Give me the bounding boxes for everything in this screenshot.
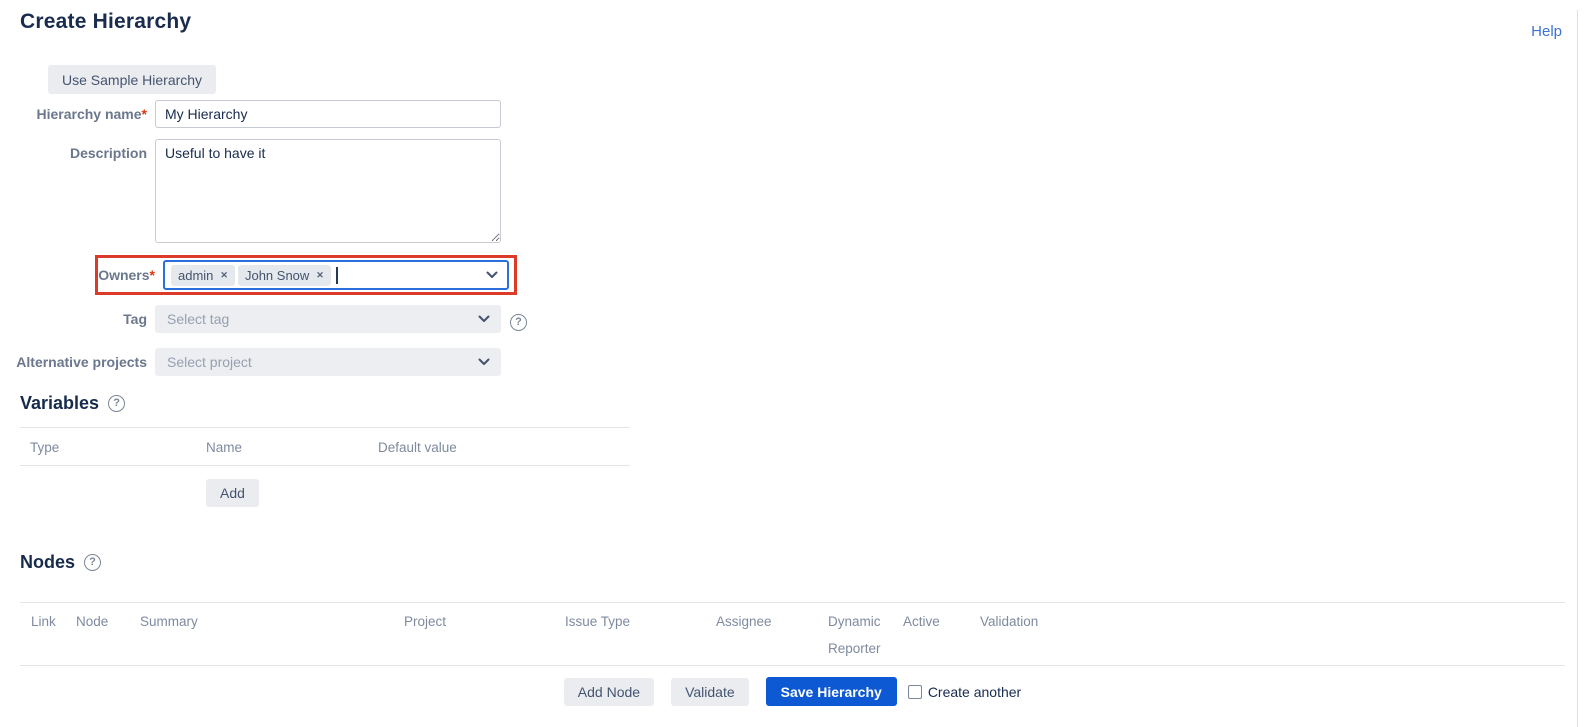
owner-chip-label: John Snow xyxy=(245,268,309,283)
owners-annotation-highlight: Owners* admin ✕ John Snow ✕ xyxy=(95,255,517,295)
hierarchy-name-row: Hierarchy name* xyxy=(0,100,1585,128)
owner-chip: admin ✕ xyxy=(171,265,235,286)
variables-help-icon[interactable]: ? xyxy=(108,395,125,412)
alternative-projects-label: Alternative projects xyxy=(0,348,155,370)
tag-select-placeholder: Select tag xyxy=(167,311,229,327)
add-variable-button[interactable]: Add xyxy=(206,479,259,507)
hierarchy-name-input[interactable] xyxy=(155,100,501,128)
owners-multiselect[interactable]: admin ✕ John Snow ✕ xyxy=(163,260,509,290)
use-sample-hierarchy-button[interactable]: Use Sample Hierarchy xyxy=(48,65,216,94)
validate-button[interactable]: Validate xyxy=(671,678,749,706)
owner-chip: John Snow ✕ xyxy=(238,265,331,286)
nodes-table-header: Link Node Summary Project Issue Type Ass… xyxy=(20,602,1565,666)
help-link[interactable]: Help xyxy=(1531,23,1562,40)
nodes-col-link: Link xyxy=(20,608,76,662)
nodes-col-validation: Validation xyxy=(980,608,1565,662)
description-textarea[interactable]: Useful to have it xyxy=(155,139,501,243)
tag-label: Tag xyxy=(0,305,155,327)
variables-col-name: Name xyxy=(206,440,378,455)
required-asterisk: * xyxy=(142,106,147,122)
remove-owner-icon[interactable]: ✕ xyxy=(220,270,228,281)
alternative-projects-row: Alternative projects Select project xyxy=(0,348,1585,376)
variables-table-header: Type Name Default value xyxy=(20,428,630,466)
nodes-heading-text: Nodes xyxy=(20,551,75,573)
page-right-border xyxy=(1577,10,1578,727)
text-cursor xyxy=(336,267,338,284)
variables-heading-text: Variables xyxy=(20,392,99,414)
nodes-col-issue-type: Issue Type xyxy=(565,608,716,662)
tag-row: Tag Select tag ? xyxy=(0,305,1585,333)
remove-owner-icon[interactable]: ✕ xyxy=(316,270,324,281)
required-asterisk: * xyxy=(150,267,155,283)
create-hierarchy-form: Hierarchy name* Description Useful to ha… xyxy=(0,100,1585,376)
nodes-col-project: Project xyxy=(404,608,565,662)
page-title: Create Hierarchy xyxy=(20,10,1585,34)
variables-col-type: Type xyxy=(20,440,206,455)
chevron-down-icon xyxy=(478,315,490,323)
nodes-col-node: Node xyxy=(76,608,140,662)
create-another-checkbox[interactable] xyxy=(908,685,922,699)
alternative-projects-select[interactable]: Select project xyxy=(155,348,501,376)
nodes-section-heading: Nodes ? xyxy=(20,551,1585,573)
tag-select[interactable]: Select tag xyxy=(155,305,501,333)
alternative-projects-placeholder: Select project xyxy=(167,354,252,370)
description-row: Description Useful to have it xyxy=(0,139,1585,243)
add-node-button[interactable]: Add Node xyxy=(564,678,654,706)
chevron-down-icon[interactable] xyxy=(486,271,498,279)
nodes-col-assignee: Assignee xyxy=(716,608,828,662)
nodes-help-icon[interactable]: ? xyxy=(84,554,101,571)
hierarchy-name-label: Hierarchy name* xyxy=(0,100,155,122)
tag-help-icon[interactable]: ? xyxy=(510,314,527,331)
owners-label: Owners* xyxy=(98,268,155,283)
description-label: Description xyxy=(0,139,155,161)
nodes-col-dynamic-reporter: Dynamic Reporter xyxy=(828,608,903,662)
nodes-col-summary: Summary xyxy=(140,608,404,662)
owner-chip-label: admin xyxy=(178,268,213,283)
form-actions: Add Node Validate Save Hierarchy Create … xyxy=(0,677,1585,706)
save-hierarchy-button[interactable]: Save Hierarchy xyxy=(766,677,897,706)
variables-col-default-value: Default value xyxy=(378,440,630,455)
create-another-label[interactable]: Create another xyxy=(928,684,1021,700)
chevron-down-icon xyxy=(478,358,490,366)
nodes-col-active: Active xyxy=(903,608,980,662)
variables-section-heading: Variables ? xyxy=(20,392,1585,414)
